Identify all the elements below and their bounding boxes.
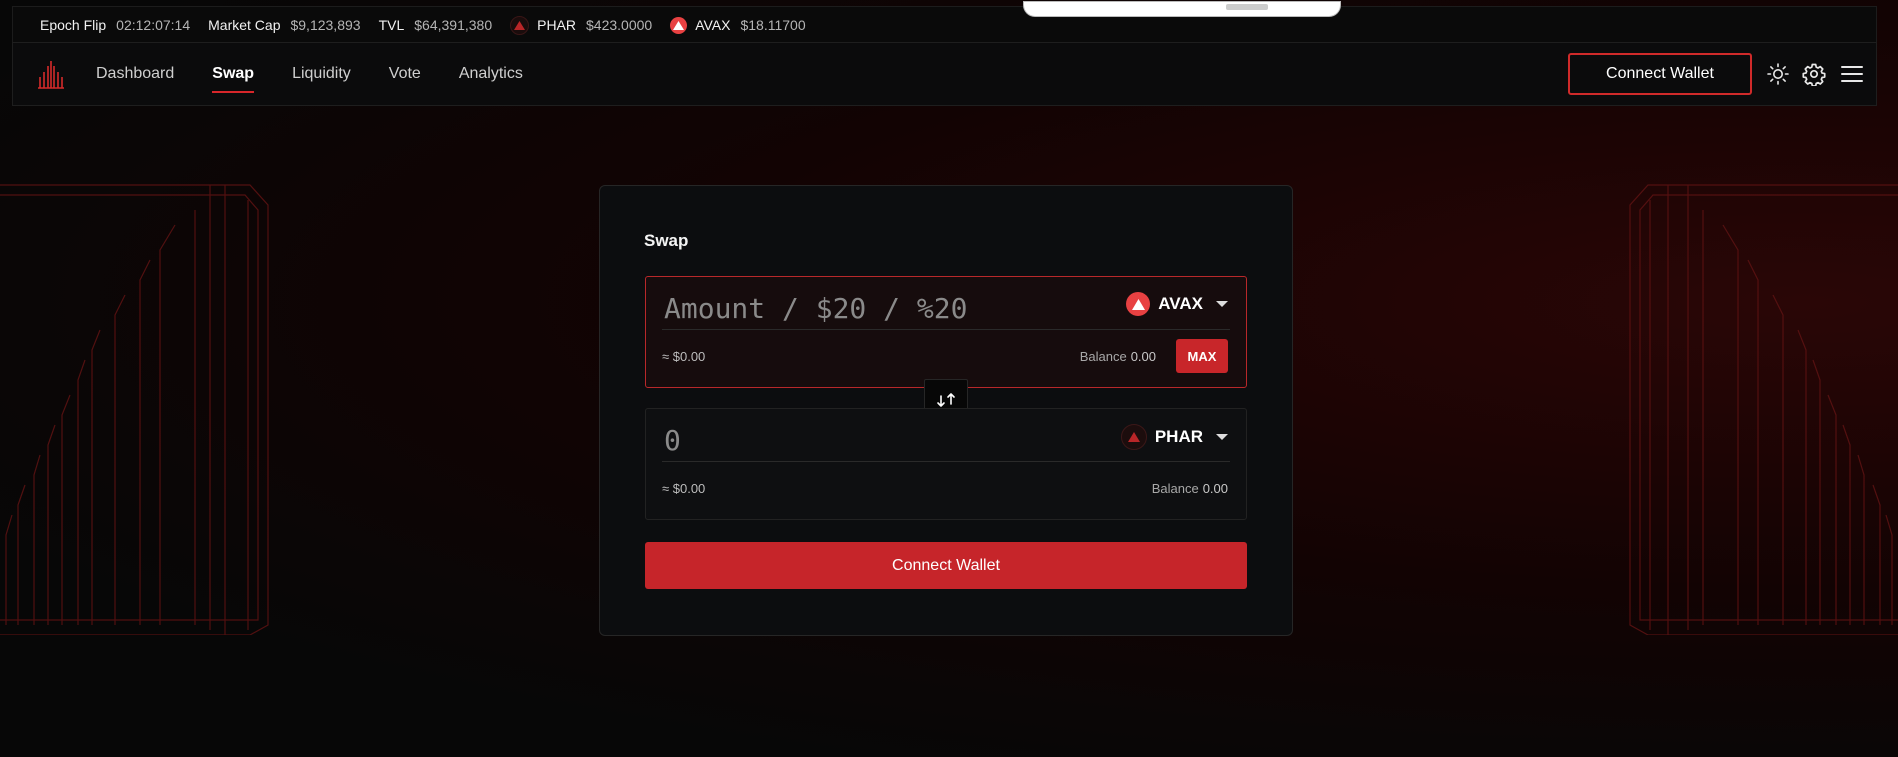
top-navbar: Dashboard Swap Liquidity Vote Analytics … [12,42,1877,106]
ticker-mcap-value: $9,123,893 [290,17,361,33]
avax-coin-icon [670,16,688,34]
ticker-tvl: TVL $64,391,380 [379,17,493,33]
nav-analytics[interactable]: Analytics [459,43,523,105]
from-balance-value: 0.00 [1130,349,1156,364]
decorative-art-right [1629,184,1898,635]
menu-icon[interactable] [1840,62,1864,86]
ticker-phar: PHAR $423.0000 [510,15,653,35]
swap-title: Swap [644,231,689,250]
from-amount-input[interactable] [662,289,1086,327]
from-usd-value: ≈ $0.00 [662,349,706,364]
to-balance-value: 0.00 [1202,481,1228,496]
swap-to-box: PHAR ≈ $0.00 Balance0.00 [645,408,1247,520]
nav-vote[interactable]: Vote [389,43,421,105]
ticker-mcap-label: Market Cap [208,17,281,33]
ticker-epoch: Epoch Flip 02:12:07:14 [40,17,190,33]
chevron-down-icon [1216,301,1228,307]
nav-links: Dashboard Swap Liquidity Vote Analytics [96,43,561,105]
gear-icon[interactable] [1802,62,1826,86]
swap-from-box: AVAX ≈ $0.00 Balance0.00 MAX [645,276,1247,388]
max-button[interactable]: MAX [1176,339,1228,373]
connect-wallet-button-nav[interactable]: Connect Wallet [1568,53,1752,95]
ticker-avax-label: AVAX [695,17,731,33]
logo-icon [38,61,64,89]
from-balance-label: Balance [1079,349,1127,364]
ticker-epoch-label: Epoch Flip [40,17,107,33]
ticker-avax: AVAX $18.11700 [670,16,806,34]
avax-coin-icon [1126,292,1151,316]
ticker-tvl-label: TVL [378,17,405,33]
ticker-avax-value: $18.11700 [740,17,806,33]
swap-arrows-icon [937,393,955,407]
chevron-down-icon [1216,434,1228,440]
to-balance: Balance 0.00 [1152,481,1228,496]
ticker-phar-label: PHAR [537,17,577,33]
from-token-name: AVAX [1158,294,1203,313]
to-token-name: PHAR [1154,427,1203,446]
decorative-art-left [0,184,269,635]
from-balance: Balance 0.00 [1080,349,1156,364]
phar-coin-icon [1120,424,1147,450]
to-amount-input[interactable] [662,421,1086,459]
phar-coin-icon [510,15,530,35]
ticker-epoch-value: 02:12:07:14 [116,17,191,33]
sun-icon[interactable] [1766,62,1790,86]
ticker-phar-value: $423.0000 [586,17,653,33]
nav-liquidity[interactable]: Liquidity [292,43,351,105]
to-token-selector[interactable]: PHAR [1120,424,1228,450]
swap-card: Swap AVAX ≈ $0.00 Balance0.00 MAX [599,185,1293,636]
nav-swap[interactable]: Swap [212,43,254,105]
ticker-tvl-value: $64,391,380 [414,17,493,33]
to-usd-value: ≈ $0.00 [662,481,706,496]
ticker-mcap: Market Cap $9,123,893 [208,17,360,33]
connect-wallet-button[interactable]: Connect Wallet [645,542,1247,589]
ticker-bar: Epoch Flip 02:12:07:14 Market Cap $9,123… [12,1,1877,43]
nav-dashboard[interactable]: Dashboard [96,43,174,105]
dropdown-overlay [1023,1,1341,17]
from-token-selector[interactable]: AVAX [1126,292,1228,316]
to-balance-label: Balance [1151,481,1199,496]
